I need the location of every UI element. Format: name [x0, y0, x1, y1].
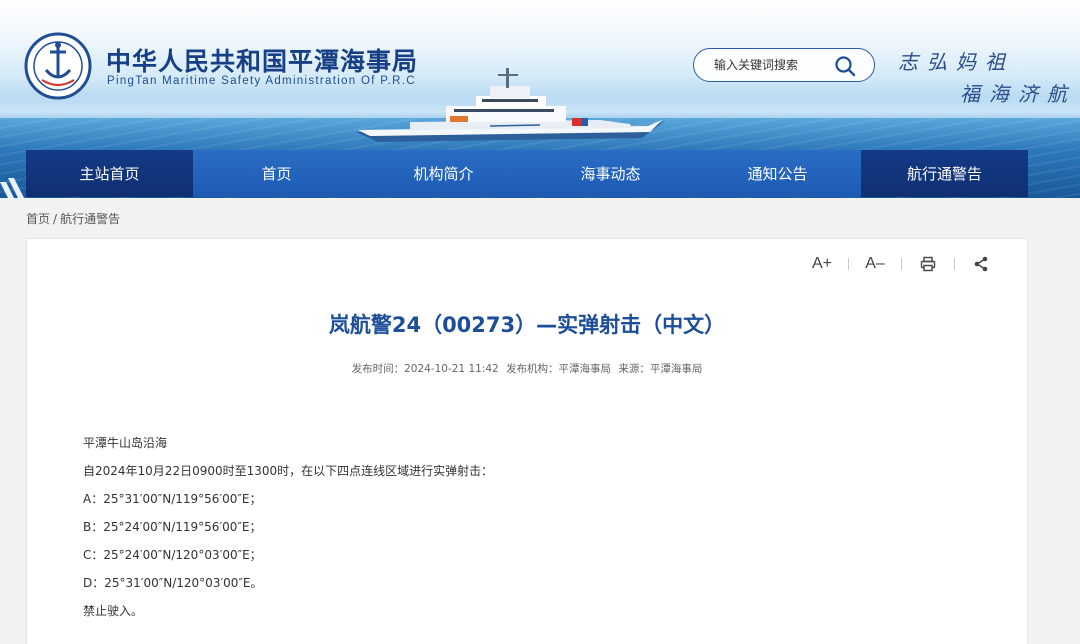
article-title: 岚航警24（00273）—实弹射击（中文） — [328, 313, 726, 337]
search-icon[interactable] — [834, 55, 856, 77]
nav-item-about[interactable]: 机构简介 — [360, 150, 527, 197]
site-title: 中华人民共和国平潭海事局 — [106, 47, 419, 76]
breadcrumb-home-link[interactable]: 首页 — [26, 212, 50, 226]
article-paragraph: 禁止驶入。 — [83, 604, 144, 618]
search-box — [693, 48, 875, 82]
source: 来源：平潭海事局 — [618, 363, 703, 375]
font-decrease-button[interactable]: A– — [863, 253, 887, 275]
breadcrumb: 首页 / 航行通警告 — [26, 210, 120, 227]
main-nav: 主站首页 首页 机构简介 海事动态 通知公告 航行通警告 — [26, 150, 1028, 197]
share-button[interactable] — [969, 253, 993, 275]
print-icon — [920, 256, 936, 272]
nav-item-home[interactable]: 首页 — [193, 150, 360, 197]
publisher: 发布机构：平潭海事局 — [506, 363, 612, 375]
toolbar-divider — [901, 258, 902, 270]
article-paragraph: B：25°24′00″N/119°56′00″E； — [83, 520, 262, 534]
publish-time: 发布时间：2024-10-21 11:42 — [351, 363, 499, 375]
toolbar-divider — [954, 258, 955, 270]
search-input[interactable] — [714, 58, 842, 72]
toolbar-divider — [848, 258, 849, 270]
article-panel: A+ A– 岚航警24（00273）—实弹射击（中文） 发布时间：2024-10… — [26, 238, 1028, 644]
print-button[interactable] — [916, 253, 940, 275]
article-paragraph: 平潭牛山岛沿海 — [83, 436, 168, 450]
article-toolbar: A+ A– — [810, 253, 993, 275]
breadcrumb-separator: / — [53, 212, 58, 226]
article-body: 平潭牛山岛沿海 自2024年10月22日0900时至1300时，在以下四点连线区… — [83, 429, 493, 625]
nav-item-main-home[interactable]: 主站首页 — [26, 150, 193, 197]
slogan-line-2: 福海济航 — [960, 82, 1076, 106]
article-paragraph: D：25°31′00″N/120°03′00″E。 — [83, 576, 263, 590]
corner-stripe-decoration — [0, 178, 24, 198]
font-increase-button[interactable]: A+ — [810, 253, 834, 275]
article-paragraph: C：25°24′00″N/120°03′00″E； — [83, 548, 262, 562]
nav-item-notices[interactable]: 通知公告 — [694, 150, 861, 197]
site-subtitle: PingTan Maritime Safety Administration O… — [107, 75, 416, 87]
nav-item-news[interactable]: 海事动态 — [527, 150, 694, 197]
nav-item-navigation-warnings[interactable]: 航行通警告 — [861, 150, 1028, 197]
china-msa-emblem-icon — [24, 32, 92, 100]
article-meta: 发布时间：2024-10-21 11:42 发布机构：平潭海事局 来源：平潭海事… — [27, 361, 1027, 376]
article-paragraph: A：25°31′00″N/119°56′00″E； — [83, 492, 262, 506]
breadcrumb-current-link[interactable]: 航行通警告 — [60, 212, 120, 226]
share-icon — [974, 256, 988, 272]
slogan-line-1: 志弘妈祖 — [898, 50, 1014, 74]
article-paragraph: 自2024年10月22日0900时至1300时，在以下四点连线区域进行实弹射击： — [83, 464, 494, 478]
